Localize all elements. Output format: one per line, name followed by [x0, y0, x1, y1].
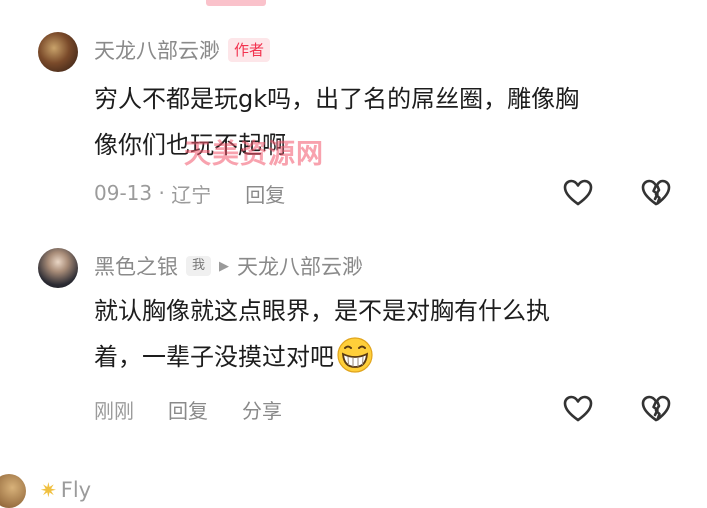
comment-meta: 刚刚 回复 分享 [94, 394, 282, 424]
reply-arrow-icon: ▶ [219, 258, 230, 274]
comment-header: 黑色之银 我 ▶ 天龙八部云渺 [94, 252, 363, 280]
comment-meta: 09-13 · 辽宁 回复 [94, 178, 285, 208]
comment-date: 09-13 [94, 181, 153, 205]
comment-text-fragment: 着，一辈子没摸过对吧 [94, 343, 334, 371]
comment-text[interactable]: 穷人不都是玩gk吗，出了名的屌丝圈，雕像胸 像你们也玩不起啊 [94, 76, 684, 168]
broken-heart-icon[interactable] [640, 177, 672, 209]
avatar[interactable] [0, 474, 26, 508]
comment-text-line: 穷人不都是玩gk吗，出了名的屌丝圈，雕像胸 [94, 85, 580, 113]
comment-header: ✷ Fly [40, 478, 91, 502]
heart-icon[interactable] [562, 393, 594, 425]
reply-button[interactable]: 回复 [245, 179, 285, 208]
username[interactable]: 天龙八部云渺 [94, 35, 220, 65]
watermark-fragment [206, 0, 266, 6]
comment-location: 辽宁 [171, 182, 212, 207]
me-badge: 我 [186, 256, 212, 276]
username[interactable]: 黑色之银 [94, 251, 178, 281]
avatar[interactable] [38, 32, 78, 72]
sparkle-icon: ✷ [40, 478, 57, 502]
comment-text-line-2: 着，一辈子没摸过对吧 [94, 334, 684, 380]
comment-time: 刚刚 [94, 398, 134, 423]
broken-heart-icon[interactable] [640, 393, 672, 425]
grinning-face-emoji-icon [337, 337, 373, 373]
watermark: 天美资源网 [184, 139, 324, 170]
share-button[interactable]: 分享 [242, 395, 282, 424]
comment-text[interactable]: 就认胸像就这点眼界，是不是对胸有什么执 着，一辈子没摸过对吧 [94, 288, 684, 380]
reply-button[interactable]: 回复 [168, 395, 208, 424]
comment-text-line: 就认胸像就这点眼界，是不是对胸有什么执 [94, 297, 550, 325]
meta-separator: · [152, 181, 172, 205]
reply-to-username[interactable]: 天龙八部云渺 [237, 251, 363, 281]
heart-icon[interactable] [562, 177, 594, 209]
comment-header: 天龙八部云渺 作者 [94, 35, 271, 65]
comment-text-line: 像你们也玩不起啊 [94, 131, 286, 159]
username[interactable]: Fly [61, 478, 91, 502]
avatar[interactable] [38, 248, 78, 288]
author-badge: 作者 [228, 38, 271, 62]
